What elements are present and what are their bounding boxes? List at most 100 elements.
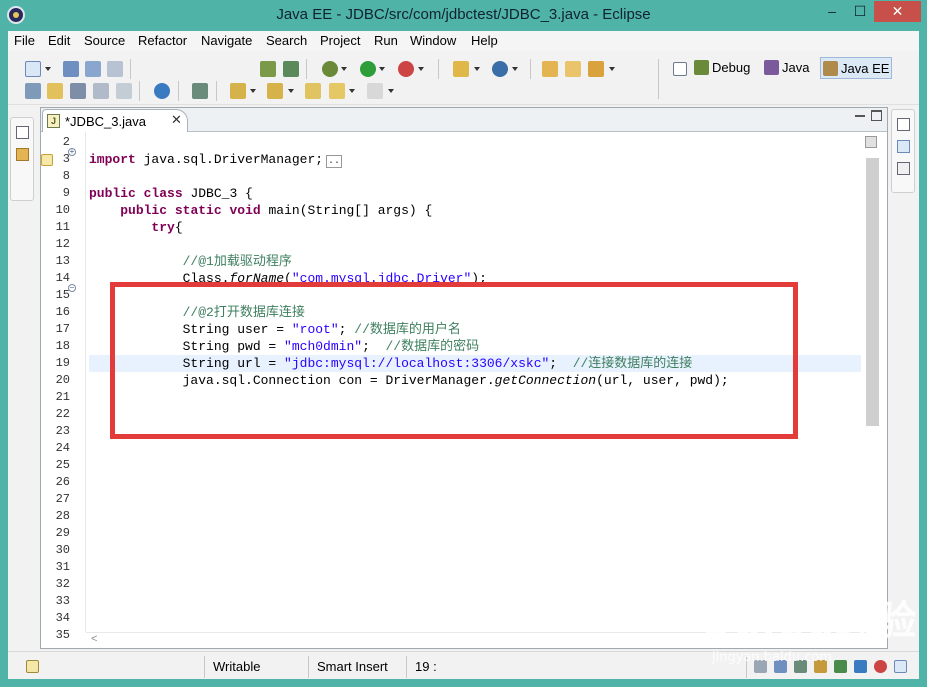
run-dropdown-icon[interactable] <box>379 67 385 71</box>
perspective-debug[interactable]: Debug <box>692 57 750 79</box>
editor-tab-row: J *JDBC_3.java ✕ <box>41 108 887 132</box>
menu-navigate[interactable]: Navigate <box>201 33 252 48</box>
vertical-scroll-thumb[interactable] <box>866 158 879 426</box>
close-tab-icon[interactable]: ✕ <box>171 112 182 128</box>
previous-annotation-dropdown-icon[interactable] <box>288 89 294 93</box>
javaee-perspective-icon <box>823 61 838 76</box>
print-icon[interactable] <box>107 61 123 77</box>
status-icon-8[interactable] <box>894 660 907 673</box>
save-all-icon[interactable] <box>85 61 101 77</box>
search-icon[interactable] <box>192 83 208 99</box>
open-file-icon[interactable] <box>565 61 581 77</box>
open-type-icon[interactable] <box>260 61 276 77</box>
minimize-button[interactable]: – <box>818 1 846 22</box>
warning-marker-icon[interactable] <box>41 154 53 166</box>
save-icon[interactable] <box>63 61 79 77</box>
last-edit-icon[interactable] <box>305 83 321 99</box>
menu-edit[interactable]: Edit <box>48 33 70 48</box>
line-number: 32 <box>55 577 70 591</box>
collapse-fold-icon[interactable]: − <box>68 284 76 292</box>
back-icon[interactable] <box>329 83 345 99</box>
perspective-java[interactable]: Java <box>762 57 809 79</box>
next-annotation-icon[interactable] <box>230 83 246 99</box>
line-number: 18 <box>55 339 70 353</box>
menu-run[interactable]: Run <box>374 33 398 48</box>
wand-dropdown-icon[interactable] <box>609 67 615 71</box>
open-perspective-icon[interactable] <box>673 62 687 76</box>
fast-view-icon[interactable] <box>26 660 39 673</box>
status-icon-5[interactable] <box>834 660 847 673</box>
overview-ruler-icon <box>865 136 877 148</box>
right-trim-bar <box>891 109 915 193</box>
menu-bar: File Edit Source Refactor Navigate Searc… <box>8 31 919 51</box>
wand-icon[interactable] <box>588 61 604 77</box>
globe-icon[interactable] <box>154 83 170 99</box>
menu-file[interactable]: File <box>14 33 35 48</box>
new-icon[interactable] <box>25 61 41 77</box>
line-number: 19 <box>55 356 70 370</box>
status-icon-7[interactable] <box>874 660 887 673</box>
toggle-mark-icon[interactable] <box>70 83 86 99</box>
task-list-icon[interactable] <box>897 162 910 175</box>
run-icon[interactable] <box>360 61 376 77</box>
menu-refactor[interactable]: Refactor <box>138 33 187 48</box>
forward-icon[interactable] <box>367 83 383 99</box>
maximize-pane-icon[interactable] <box>871 110 882 121</box>
maximize-button[interactable]: ☐ <box>847 1 873 22</box>
code-line[interactable]: //@1加载驱动程序 <box>89 253 292 270</box>
package-explorer-icon[interactable] <box>16 148 29 161</box>
line-number: 25 <box>55 458 70 472</box>
java-file-icon: J <box>47 114 60 128</box>
next-annotation-dropdown-icon[interactable] <box>250 89 256 93</box>
line-number: 20 <box>55 373 70 387</box>
new-project-icon[interactable] <box>453 61 469 77</box>
debug-dropdown-icon[interactable] <box>341 67 347 71</box>
new-class-icon[interactable] <box>492 61 508 77</box>
line-number: 10 <box>55 203 70 217</box>
minimize-pane-icon[interactable] <box>855 114 865 117</box>
menu-project[interactable]: Project <box>320 33 360 48</box>
tab-jdbc3-java[interactable]: J *JDBC_3.java ✕ <box>42 109 188 132</box>
open-folder-icon[interactable] <box>542 61 558 77</box>
code-line[interactable]: try{ <box>89 219 182 236</box>
line-number: 22 <box>55 407 70 421</box>
link-icon[interactable] <box>25 83 41 99</box>
back-dropdown-icon[interactable] <box>349 89 355 93</box>
highlight-icon[interactable] <box>47 83 63 99</box>
restore-right-icon[interactable] <box>897 118 910 131</box>
debug-icon[interactable] <box>322 61 338 77</box>
collapsed-imports-marker[interactable]: .. <box>326 155 343 168</box>
scroll-left-icon[interactable]: < <box>91 633 97 645</box>
perspective-java-ee[interactable]: Java EE <box>820 57 892 79</box>
expand-fold-icon[interactable]: + <box>68 148 76 156</box>
show-whitespace-icon[interactable] <box>116 83 132 99</box>
external-tools-dropdown-icon[interactable] <box>418 67 424 71</box>
restore-icon[interactable] <box>16 126 29 139</box>
perspective-label: Debug <box>712 60 751 75</box>
status-icon-6[interactable] <box>854 660 867 673</box>
previous-annotation-icon[interactable] <box>267 83 283 99</box>
block-selection-icon[interactable] <box>93 83 109 99</box>
annotation-ruler <box>41 132 54 632</box>
menu-window[interactable]: Window <box>410 33 456 48</box>
line-number: 12 <box>55 237 70 251</box>
close-button[interactable]: ✕ <box>874 1 921 22</box>
code-line[interactable]: public static void main(String[] args) { <box>89 202 432 219</box>
server-icon[interactable] <box>283 61 299 77</box>
menu-search[interactable]: Search <box>266 33 307 48</box>
new-project-dropdown-icon[interactable] <box>474 67 480 71</box>
code-line[interactable]: import java.sql.DriverManager;.. <box>89 151 343 168</box>
perspective-label: Java EE <box>841 61 890 76</box>
left-trim-bar <box>10 117 34 201</box>
new-class-dropdown-icon[interactable] <box>512 67 518 71</box>
watermark-url: jingyan.baidu.com <box>712 650 832 665</box>
external-tools-icon[interactable] <box>398 61 414 77</box>
outline-icon[interactable] <box>897 140 910 153</box>
menu-source[interactable]: Source <box>84 33 125 48</box>
menu-help[interactable]: Help <box>471 33 498 48</box>
new-dropdown-icon[interactable] <box>45 67 51 71</box>
code-line[interactable]: public class JDBC_3 { <box>89 185 253 202</box>
insert-mode-status: Smart Insert <box>317 659 388 674</box>
line-number: 9 <box>62 186 70 200</box>
forward-dropdown-icon[interactable] <box>388 89 394 93</box>
